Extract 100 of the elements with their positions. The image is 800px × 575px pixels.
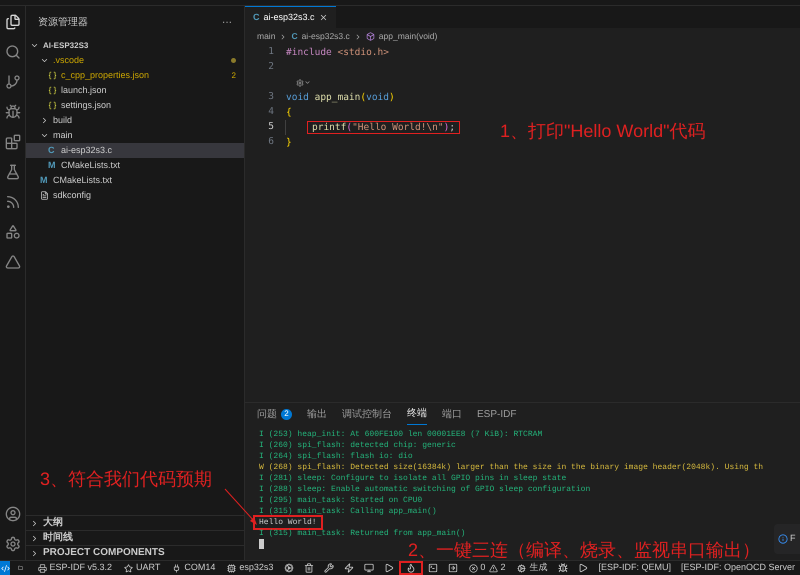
c-file-icon: C [253,10,260,24]
chevron-down-icon [30,41,39,50]
chip-icon [227,564,236,572]
signal-icon[interactable] [4,194,20,210]
terminal-line: I (295) main_task: Started on CPU0 [259,495,422,506]
shapes-icon[interactable] [4,224,20,240]
file-name: sdkconfig [53,188,92,202]
section-header[interactable]: 大纲 [26,515,244,530]
bug-icon[interactable] [4,104,20,120]
triangle-icon[interactable] [4,254,20,270]
problems-status[interactable]: 0 2 [463,561,512,575]
project-header[interactable]: AI-ESP32S3 [26,38,244,53]
tree-item[interactable]: M CMakeLists.txt [26,173,244,188]
c-file-icon: C [48,146,57,155]
annotation-text: 1、打印"Hello World"代码 [500,120,706,143]
cube-icon [366,32,375,41]
file-name: build [53,114,72,127]
files-icon[interactable] [4,14,20,30]
explorer-title: 资源管理器 [38,16,88,30]
remote-icon [0,564,10,572]
status-item[interactable]: [ESP-IDF: QEMU] [593,561,676,575]
panel-tab[interactable]: 输出 [307,403,327,425]
leader-arrow [224,488,258,526]
count-badge: 2 [281,408,292,420]
file-name: c_cpp_properties.json [61,68,150,82]
panel-tab[interactable]: ESP-IDF [477,403,516,425]
breadcrumb-item[interactable]: app_main(void) [378,30,438,43]
panel-tab[interactable]: 调试控制台 [342,403,392,425]
m-file-icon: M [40,176,49,185]
terminal-line: I (253) heap_init: At 600FE100 len 00001EE8 (7 KiB): RTCRAM [259,429,542,440]
tree-item[interactable]: main [26,128,244,143]
file-name: main [53,128,73,142]
warning-icon [489,564,498,572]
code-line: { [285,106,293,119]
terminal-line: I (315) main_task: Calling app_main() [259,506,437,517]
status-item[interactable]: 生成 [511,561,554,575]
terminal-line: I (281) sleep: Configure to isolate all GPIO pins in sleep state [259,473,566,484]
branch-icon[interactable] [4,74,20,90]
status-item[interactable]: COM14 [166,561,222,575]
file-name: CMakeLists.txt [53,174,112,187]
status-item[interactable]: [ESP-IDF: OpenOCD Server [676,561,800,575]
error-icon [469,564,478,572]
status-item[interactable]: ESP-IDF v5.3.2 [32,561,118,575]
codelens-icon[interactable] [296,78,311,86]
tree-item[interactable]: c_cpp_properties.json 2 [26,68,244,83]
panel-tab[interactable]: 问题 2 [257,403,292,425]
remote-button[interactable] [0,561,10,575]
notification-text: F [790,532,796,546]
line-number: 5 [267,120,275,134]
tree-item[interactable]: M CMakeLists.txt [26,158,244,173]
file-name: launch.json [61,84,107,97]
tab-label: ai-esp32s3.c [264,10,315,24]
account-icon[interactable] [4,506,20,522]
breadcrumb-item[interactable]: main [257,30,276,43]
editor-tab[interactable]: C ai-esp32s3.c [245,6,336,28]
braces-icon [48,71,57,80]
tree-item[interactable]: C ai-esp32s3.c [26,143,244,158]
extensions-icon[interactable] [4,134,20,150]
gear-icon [517,564,526,572]
tree-item[interactable]: .vscode [26,53,244,68]
c-file-icon: C [291,30,298,43]
tree-item[interactable]: settings.json [26,98,244,113]
panel-tab[interactable]: 端口 [442,403,462,425]
more-actions[interactable]: ··· [222,14,232,30]
status-item[interactable]: UART [118,561,166,575]
terminal-line: I (264) spi_flash: flash io: dio [259,451,413,462]
settings-icon[interactable] [4,536,20,552]
notification-toast[interactable]: F [774,524,800,554]
m-file-icon: M [48,161,57,170]
breadcrumb-item[interactable]: ai-esp32s3.c [302,30,350,43]
close-icon[interactable] [318,13,328,22]
braces-icon [48,86,57,95]
file-name: ai-esp32s3.c [61,144,112,157]
flame-icon[interactable] [399,561,424,575]
file-icon [40,191,49,200]
star-icon [124,564,134,572]
folder-icon[interactable] [18,563,24,573]
line-number: 4 [267,105,275,120]
terminal-line: W (268) spi_flash: Detected size(16384k) larger than the size in the binary image header(2048k). Using th [259,462,764,473]
flask-icon[interactable] [4,164,20,180]
printer-icon [38,564,46,572]
search-icon[interactable] [4,44,20,60]
line-number: 2 [267,60,275,74]
file-name: settings.json [61,98,112,112]
status-item[interactable]: esp32s3 [221,561,280,575]
section-header[interactable]: 时间线 [26,530,244,545]
tree-item[interactable]: build [26,113,244,128]
file-name: .vscode [53,54,84,67]
tree-item[interactable]: sdkconfig [26,188,244,203]
problem-count: 2 [232,70,236,82]
line-number: 1 [267,45,275,60]
panel-tab[interactable]: 终端 [407,403,427,425]
info-icon [778,534,788,544]
file-name: CMakeLists.txt [61,158,120,172]
annotation-text: 3、符合我们代码预期 [40,468,212,491]
tree-item[interactable]: launch.json [26,83,244,98]
annotation-text: 2、一键三连（编译、烧录、监视串口输出） [408,541,760,559]
terminal-cursor [259,539,264,549]
line-number: 3 [267,90,275,104]
code-line: void app_main(void) [285,91,396,104]
